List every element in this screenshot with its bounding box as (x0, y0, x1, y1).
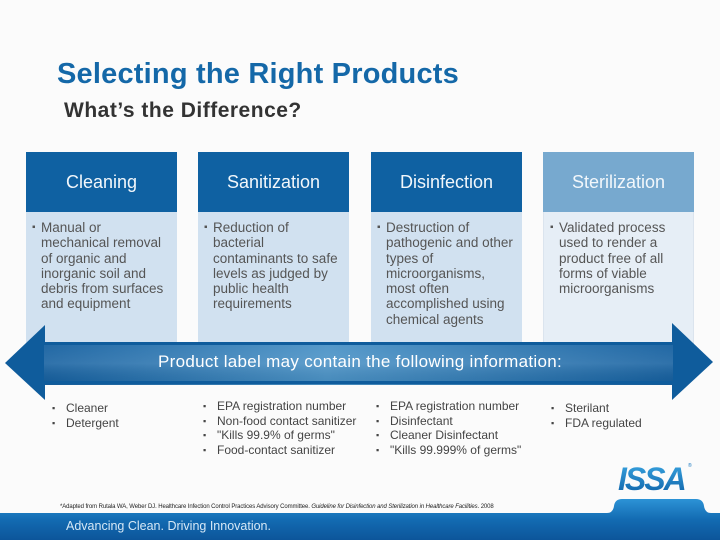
list-item-text: EPA registration number (390, 399, 520, 413)
list-item-text: Cleaner (66, 401, 109, 415)
list-item: ▪ Cleaner Disinfectant (376, 428, 521, 443)
citation-footnote: *Adapted from Rutala WA, Weber DJ. Healt… (60, 504, 494, 510)
list-item-text: Food-contact sanitizer (217, 442, 336, 457)
list-item: ▪ Sterilant (551, 401, 642, 416)
bullet-icon: ▪ (376, 430, 380, 440)
registered-mark-icon: ® (688, 463, 692, 469)
bullet-icon: ▪ (376, 401, 380, 411)
list-item: ▪ Cleaner (52, 401, 119, 416)
bullet-icon: ▪ (551, 417, 555, 428)
footnote-suffix: . 2008 (477, 504, 494, 510)
label-info-disinfection: ▪ EPA registration number ▪ Disinfectant ▪… (376, 399, 521, 457)
bullet-icon: ▪ (52, 403, 56, 413)
slide-title: Selecting the Right Products (57, 58, 459, 90)
bullet-icon: ▪ (203, 401, 207, 411)
column-header-cleaning: Cleaning (26, 152, 177, 212)
bullet-icon: ▪ (376, 444, 380, 455)
list-item-text: "Kills 99.9% of germs" (217, 428, 335, 442)
column-header-disinfection: Disinfection (371, 152, 522, 212)
list-item: ▪ Disinfectant (376, 414, 521, 429)
issa-logo: ISSA (618, 461, 687, 497)
footnote-prefix: *Adapted from Rutala WA, Weber DJ. Healt… (60, 504, 312, 510)
list-item-text: Disinfectant (390, 413, 453, 428)
list-item: ▪ FDA regulated (551, 416, 642, 431)
slide-subtitle: What’s the Difference? (64, 99, 302, 122)
list-item-text: "Kills 99.999% of germs" (390, 442, 522, 457)
label-info-sanitization: ▪ EPA registration number ▪ Non-food conta… (203, 399, 356, 457)
bullet-icon: ▪ (203, 415, 207, 426)
bullet-icon: ▪ (52, 417, 56, 428)
list-item: ▪ Detergent (52, 416, 119, 431)
list-item: ▪ Food-contact sanitizer (203, 443, 356, 458)
bullet-icon: ▪ (203, 430, 207, 440)
column-header-sterilization: Sterilization (543, 152, 694, 212)
label-info-sterilization: ▪ Sterilant ▪ FDA regulated (551, 401, 642, 430)
list-item-text: Detergent (66, 415, 119, 430)
list-item: ▪ "Kills 99.9% of germs" (203, 428, 356, 443)
list-item: ▪ EPA registration number (203, 399, 356, 414)
label-info-cleaning: ▪ Cleaner ▪ Detergent (52, 401, 119, 430)
list-item-text: FDA regulated (565, 415, 642, 430)
footnote-title: Guideline for Disinfection and Steriliza… (311, 504, 478, 510)
list-item: ▪ EPA registration number (376, 399, 521, 414)
arrow-label: Product label may contain the following … (158, 352, 562, 371)
bullet-icon: ▪ (203, 444, 207, 455)
list-item-text: Sterilant (565, 401, 610, 415)
column-header-sanitization: Sanitization (198, 152, 349, 212)
bullet-icon: ▪ (551, 403, 555, 413)
list-item: ▪ Non-food contact sanitizer (203, 414, 356, 429)
list-item: ▪ "Kills 99.999% of germs" (376, 443, 521, 458)
list-item-text: Cleaner Disinfectant (390, 428, 499, 442)
bullet-icon: ▪ (376, 415, 380, 426)
list-item-text: Non-food contact sanitizer (217, 413, 357, 428)
list-item-text: EPA registration number (217, 399, 347, 413)
footer-tagline: Advancing Clean. Driving Innovation. (66, 519, 271, 533)
